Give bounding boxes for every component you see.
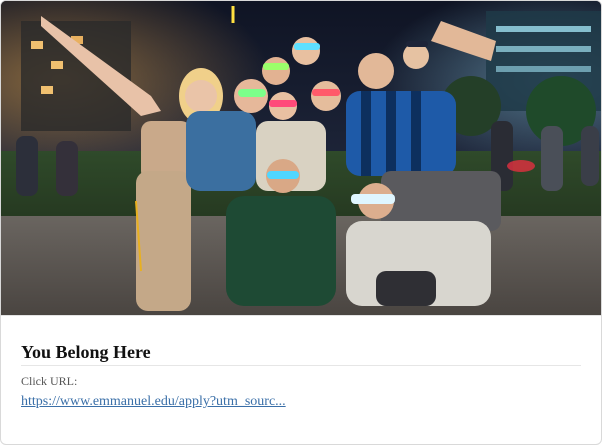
click-url-link[interactable]: https://www.emmanuel.edu/apply?utm_sourc… xyxy=(21,393,286,410)
ad-title: You Belong Here xyxy=(21,341,581,366)
hero-photo xyxy=(1,1,601,315)
ad-caption: You Belong Here Click URL: https://www.e… xyxy=(21,341,581,410)
photo-divider xyxy=(1,315,601,316)
click-url-label: Click URL: xyxy=(21,374,78,388)
ad-preview-card: You Belong Here Click URL: https://www.e… xyxy=(0,0,602,445)
hero-photo-illustration xyxy=(1,1,601,315)
